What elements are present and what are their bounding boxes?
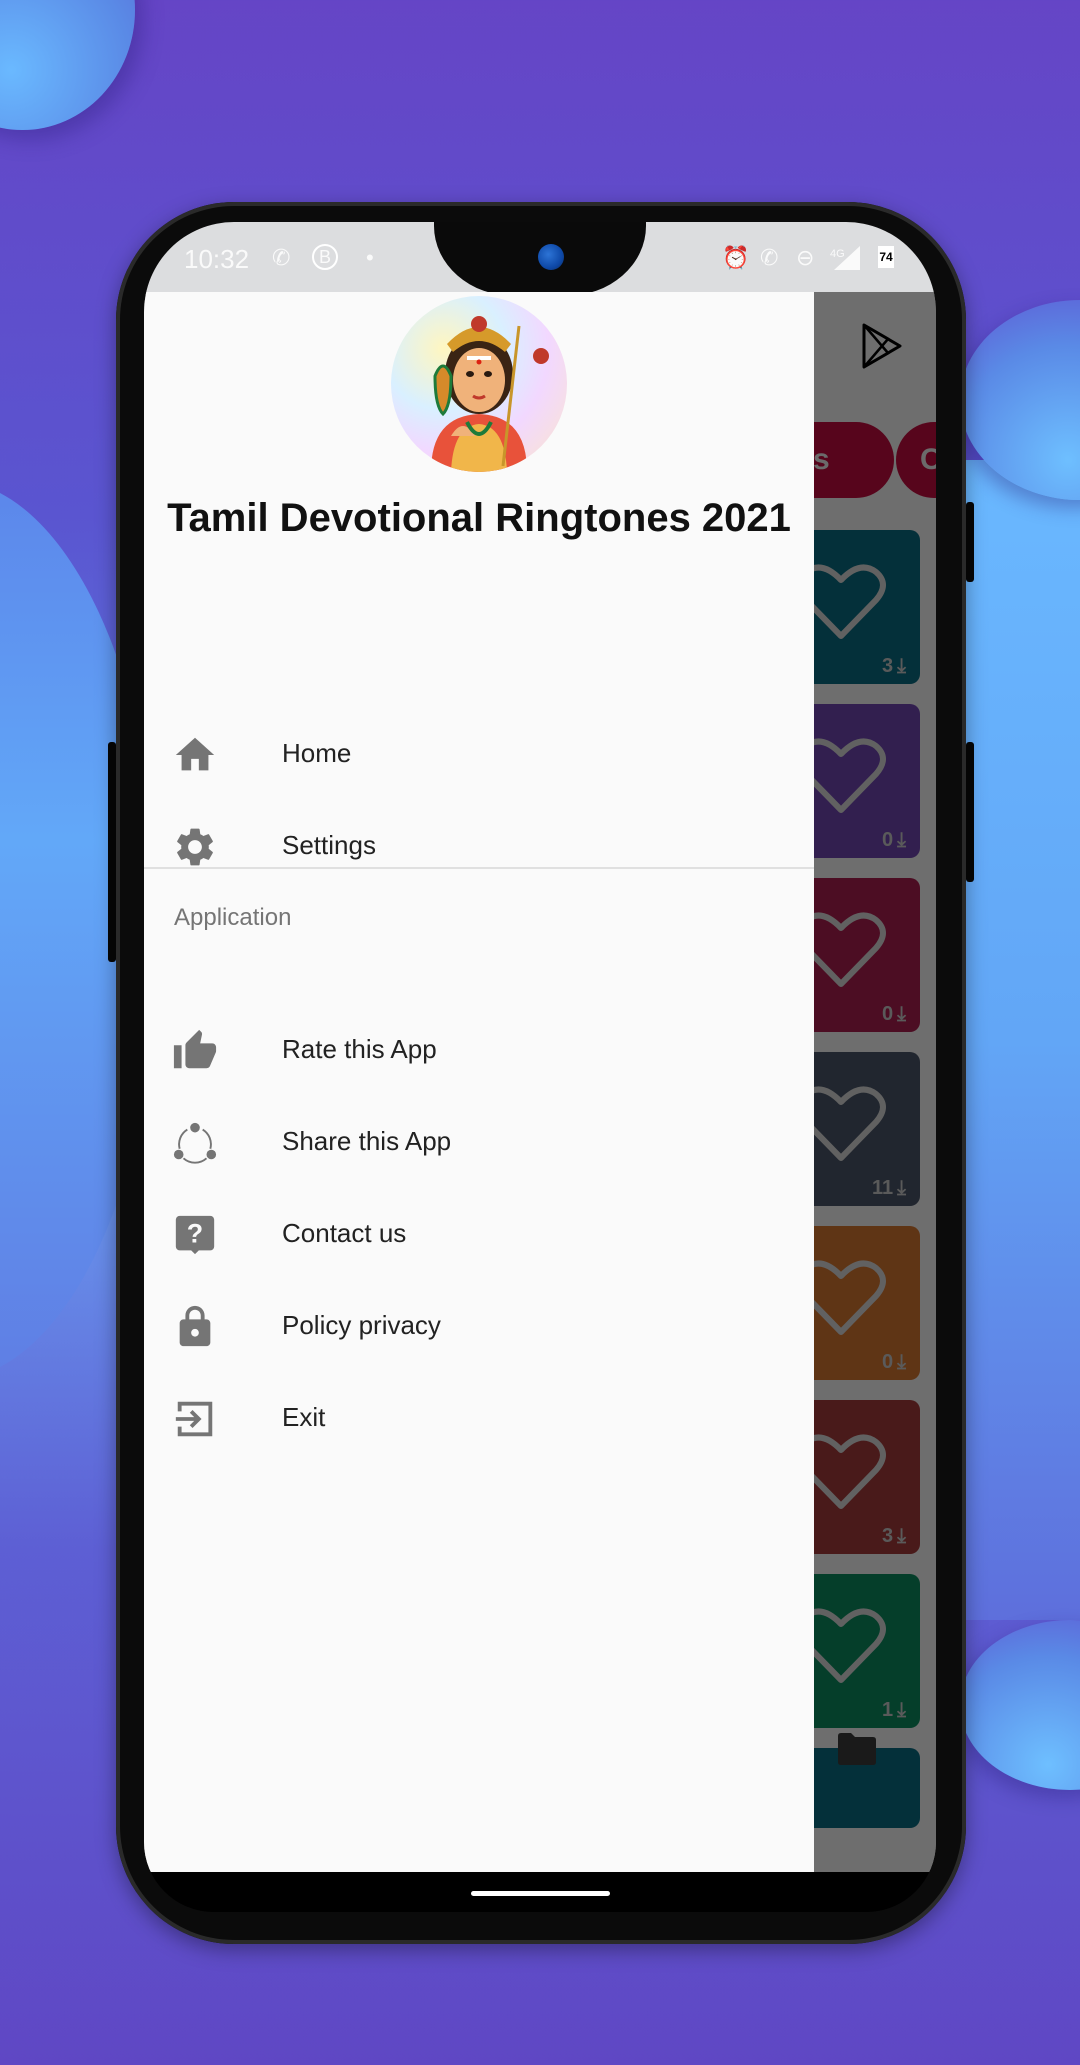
dot-icon: • bbox=[366, 245, 374, 270]
drawer-item-label: Share this App bbox=[282, 1126, 452, 1156]
help-bubble-icon: ? bbox=[175, 1215, 215, 1255]
section-header: Application bbox=[174, 904, 292, 931]
app-avatar bbox=[391, 296, 567, 472]
alarm-icon: ⏰ bbox=[722, 245, 750, 270]
background-shape bbox=[960, 460, 1080, 1620]
gear-icon bbox=[177, 828, 213, 866]
drawer-item-label: Contact us bbox=[282, 1218, 407, 1248]
share-icon bbox=[173, 1122, 217, 1164]
home-icon bbox=[175, 737, 215, 771]
exit-icon bbox=[175, 1401, 213, 1437]
phone-icon: ✆ bbox=[272, 245, 291, 270]
drawer-item-home[interactable]: Home bbox=[144, 710, 814, 802]
background-bubble bbox=[0, 0, 135, 130]
lock-icon bbox=[179, 1305, 211, 1347]
battery-level: 74 bbox=[878, 246, 894, 268]
drawer-item-label: Rate this App bbox=[282, 1034, 437, 1064]
drawer-item-contact-us[interactable]: ? Contact us bbox=[144, 1190, 814, 1282]
murugan-deity-avatar bbox=[431, 316, 549, 472]
side-button bbox=[966, 742, 974, 882]
phone-frame: nes C 3⤓0⤓0⤓11⤓0⤓3⤓1⤓ 10:32 ✆ B • ⏰ ✆ ⊖ … bbox=[108, 202, 974, 1944]
drawer-item-rate-app[interactable]: Rate this App bbox=[144, 1006, 814, 1098]
drawer-divider bbox=[144, 867, 814, 869]
drawer-item-label: Policy privacy bbox=[282, 1310, 441, 1340]
whatsapp-business-icon: B bbox=[312, 244, 338, 270]
drawer-item-label: Settings bbox=[282, 830, 376, 860]
drawer-item-label: Home bbox=[282, 738, 352, 768]
drawer-item-share-app[interactable]: Share this App bbox=[144, 1098, 814, 1190]
phone-screen: nes C 3⤓0⤓0⤓11⤓0⤓3⤓1⤓ 10:32 ✆ B • ⏰ ✆ ⊖ … bbox=[144, 222, 936, 1912]
home-indicator[interactable] bbox=[471, 1891, 610, 1896]
drawer-item-privacy-policy[interactable]: Policy privacy bbox=[144, 1282, 814, 1374]
wifi-call-icon: ✆ bbox=[760, 245, 779, 270]
navigation-drawer: Tamil Devotional Ringtones 2021 Home Set… bbox=[144, 292, 814, 1872]
status-time: 10:32 bbox=[184, 244, 250, 274]
svg-text:?: ? bbox=[187, 1219, 203, 1249]
background-bubble bbox=[960, 1620, 1080, 1790]
front-camera bbox=[538, 244, 564, 270]
drawer-item-settings[interactable]: Settings bbox=[144, 802, 814, 894]
drawer-item-exit[interactable]: Exit bbox=[144, 1374, 814, 1466]
signal-4g-icon bbox=[834, 246, 860, 270]
app-title: Tamil Devotional Ringtones 2021 bbox=[167, 496, 791, 540]
side-button bbox=[966, 502, 974, 582]
thumbs-up-icon bbox=[173, 1029, 217, 1069]
do-not-disturb-icon: ⊖ bbox=[796, 245, 815, 270]
side-button bbox=[108, 742, 116, 962]
drawer-item-label: Exit bbox=[282, 1402, 326, 1432]
